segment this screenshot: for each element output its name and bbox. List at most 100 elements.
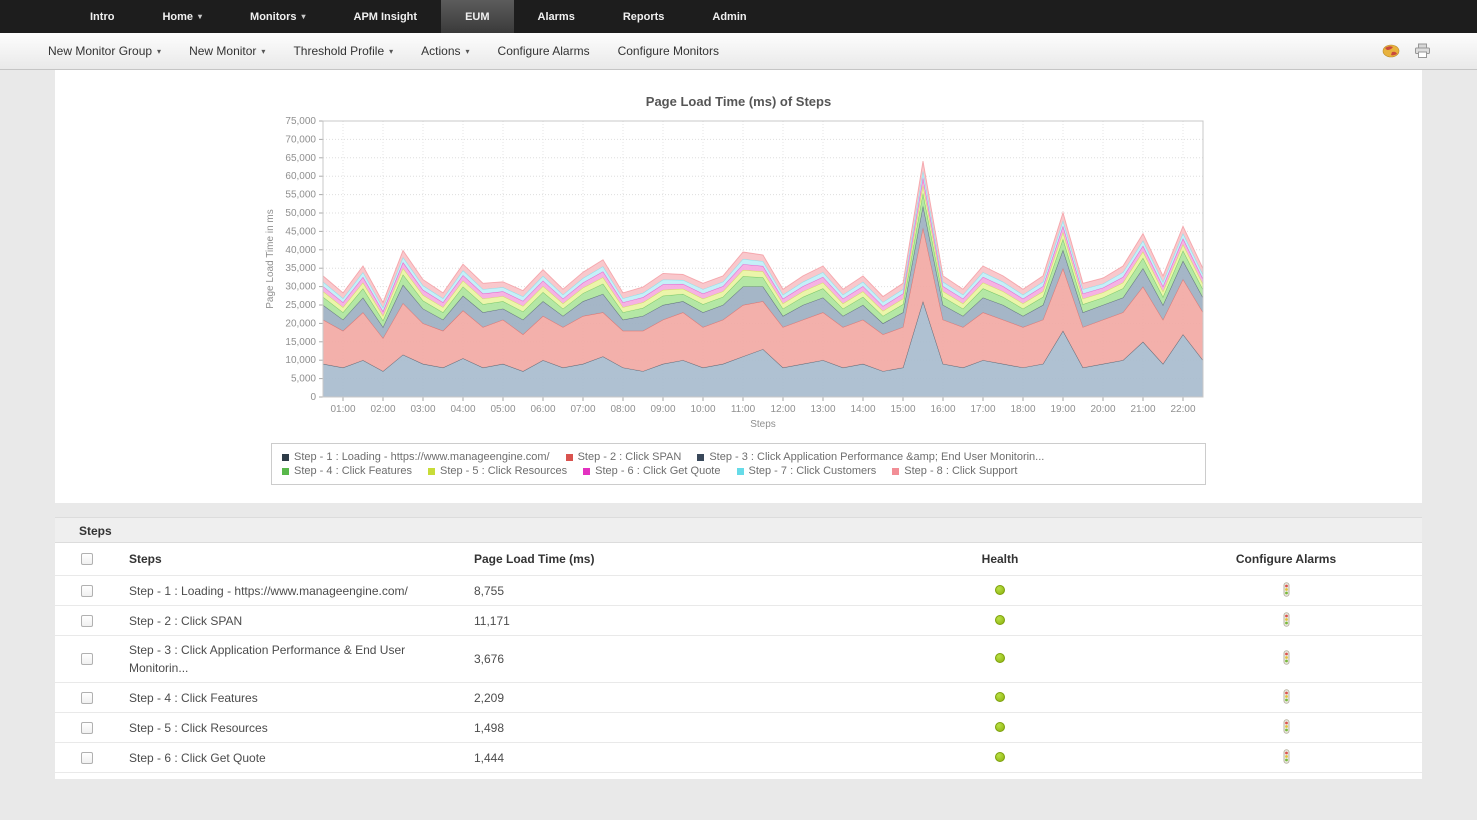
step-name: Step - 2 : Click SPAN: [129, 613, 243, 628]
svg-text:21:00: 21:00: [1130, 404, 1155, 415]
page-load-time-value: 1,444: [474, 750, 505, 765]
nav-item-label: Monitors: [250, 10, 297, 23]
table-row: Step - 6 : Click Get Quote 1,444: [55, 743, 1422, 773]
row-checkbox[interactable]: [81, 751, 93, 764]
nav-item-label: Reports: [622, 10, 665, 23]
legend-item: Step - 4 : Click Features: [282, 465, 412, 477]
health-status-icon: [995, 653, 1005, 663]
table-row: Step - 3 : Click Application Performance…: [55, 636, 1422, 683]
legend-marker-icon: [583, 467, 591, 475]
page-load-time-value: 3,676: [474, 652, 505, 666]
nav-item-admin[interactable]: Admin: [688, 0, 770, 33]
chart-panel: Page Load Time (ms) of Steps 0 5,000 10,00…: [55, 70, 1422, 503]
toolbar-item-actions[interactable]: Actions ▾: [407, 44, 483, 58]
toolbar-item-threshold-profile[interactable]: Threshold Profile ▾: [279, 44, 407, 58]
svg-text:0: 0: [310, 392, 316, 403]
svg-text:5,000: 5,000: [290, 374, 315, 385]
legend-label: Step - 5 : Click Resources: [440, 465, 568, 477]
svg-text:22:00: 22:00: [1170, 404, 1195, 415]
page-load-time-chart: 0 5,000 10,000 15,000 20,000 25,000 30,000 35,0…: [265, 116, 1203, 430]
nav-item-home[interactable]: Home ▾: [138, 0, 226, 33]
nav-item-label: Alarms: [537, 10, 575, 23]
svg-text:60,000: 60,000: [285, 171, 316, 182]
toolbar-item-label: Configure Alarms: [497, 44, 590, 58]
world-icon[interactable]: [1382, 44, 1400, 58]
toolbar-item-new-monitor[interactable]: New Monitor ▾: [175, 44, 279, 58]
print-icon[interactable]: [1414, 43, 1431, 59]
steps-section-title: Steps: [79, 524, 112, 538]
svg-text:Steps: Steps: [750, 419, 776, 430]
chevron-down-icon: ▾: [389, 46, 394, 56]
configure-alarm-icon[interactable]: [1281, 718, 1292, 734]
table-row: Step - 4 : Click Features 2,209: [55, 683, 1422, 713]
row-checkbox[interactable]: [81, 691, 93, 704]
legend-item: Step - 7 : Click Customers: [736, 465, 876, 477]
chevron-down-icon: ▾: [465, 46, 470, 56]
chevron-down-icon: ▾: [301, 12, 306, 21]
legend-item: Step - 2 : Click SPAN: [565, 451, 682, 463]
row-checkbox[interactable]: [81, 653, 93, 665]
toolbar-item-label: Actions: [421, 44, 461, 58]
select-all-checkbox[interactable]: [81, 553, 93, 565]
svg-text:09:00: 09:00: [650, 404, 675, 415]
svg-text:Page Load Time in ms: Page Load Time in ms: [265, 209, 276, 309]
toolbar-icons: [1382, 43, 1457, 59]
row-checkbox[interactable]: [81, 721, 93, 734]
svg-text:11:00: 11:00: [730, 404, 755, 415]
nav-item-intro[interactable]: Intro: [66, 0, 138, 33]
nav-item-eum[interactable]: EUM: [441, 0, 514, 33]
page-load-time-value: 1,498: [474, 720, 505, 735]
legend-marker-icon: [282, 453, 289, 461]
legend-label: Step - 2 : Click SPAN: [577, 451, 682, 463]
svg-text:04:00: 04:00: [450, 404, 475, 415]
row-checkbox[interactable]: [81, 584, 93, 597]
svg-text:13:00: 13:00: [810, 404, 835, 415]
configure-alarm-icon[interactable]: [1281, 581, 1292, 597]
svg-text:15,000: 15,000: [285, 337, 316, 348]
column-header-configure-alarms: Configure Alarms: [1235, 552, 1337, 566]
legend-item: Step - 1 : Loading - https://www.managee…: [282, 451, 550, 463]
legend-item: Step - 3 : Click Application Performance…: [697, 451, 1044, 463]
svg-text:50,000: 50,000: [285, 208, 316, 219]
nav-item-alarms[interactable]: Alarms: [514, 0, 599, 33]
nav-item-reports[interactable]: Reports: [599, 0, 689, 33]
toolbar-item-label: Threshold Profile: [293, 44, 385, 58]
chevron-down-icon: ▾: [198, 12, 203, 21]
health-status-icon: [995, 614, 1005, 625]
table-row: Step - 1 : Loading - https://www.managee…: [55, 576, 1422, 606]
svg-text:19:00: 19:00: [1050, 404, 1075, 415]
configure-alarm-icon[interactable]: [1281, 650, 1292, 665]
toolbar-item-new-monitor-group[interactable]: New Monitor Group ▾: [34, 44, 175, 58]
svg-text:15:00: 15:00: [890, 404, 915, 415]
health-status-icon: [995, 691, 1005, 702]
steps-panel: Steps Steps Page Load Time (ms) Health C…: [55, 517, 1422, 779]
configure-alarm-icon[interactable]: [1281, 748, 1292, 764]
nav-item-monitors[interactable]: Monitors ▾: [226, 0, 329, 33]
toolbar-item-configure-monitors[interactable]: Configure Monitors: [604, 44, 733, 58]
step-name: Step - 4 : Click Features: [129, 690, 258, 705]
svg-text:14:00: 14:00: [850, 404, 875, 415]
svg-text:75,000: 75,000: [285, 116, 316, 127]
legend-label: Step - 3 : Click Application Performance…: [709, 451, 1045, 463]
nav-item-apm-insight[interactable]: APM Insight: [330, 0, 442, 33]
steps-section-header: Steps: [55, 517, 1422, 543]
nav-items: Intro Home ▾ Monitors ▾ APM Insight EUM Alarms R…: [66, 0, 771, 33]
toolbar-item-configure-alarms[interactable]: Configure Alarms: [484, 44, 604, 58]
health-status-icon: [995, 584, 1005, 595]
applications-manager-app: Intro Home ▾ Monitors ▾ APM Insight EUM Alarms R…: [0, 0, 1477, 779]
page-load-time-value: 11,171: [474, 613, 510, 628]
table-row: Step - 5 : Click Resources 1,498: [55, 713, 1422, 743]
svg-text:05:00: 05:00: [490, 404, 515, 415]
svg-text:10,000: 10,000: [285, 355, 316, 366]
svg-text:12:00: 12:00: [770, 404, 795, 415]
svg-text:02:00: 02:00: [370, 404, 395, 415]
chevron-down-icon: ▾: [261, 46, 266, 56]
column-header-page-load-time: Page Load Time (ms): [474, 552, 595, 566]
toolbar-item-label: New Monitor: [189, 44, 257, 58]
row-checkbox[interactable]: [81, 614, 93, 627]
configure-alarm-icon[interactable]: [1281, 611, 1292, 627]
step-name: Step - 5 : Click Resources: [129, 720, 268, 735]
nav-item-label: EUM: [465, 10, 490, 23]
step-name: Step - 1 : Loading - https://www.managee…: [129, 583, 408, 598]
configure-alarm-icon[interactable]: [1281, 688, 1292, 704]
